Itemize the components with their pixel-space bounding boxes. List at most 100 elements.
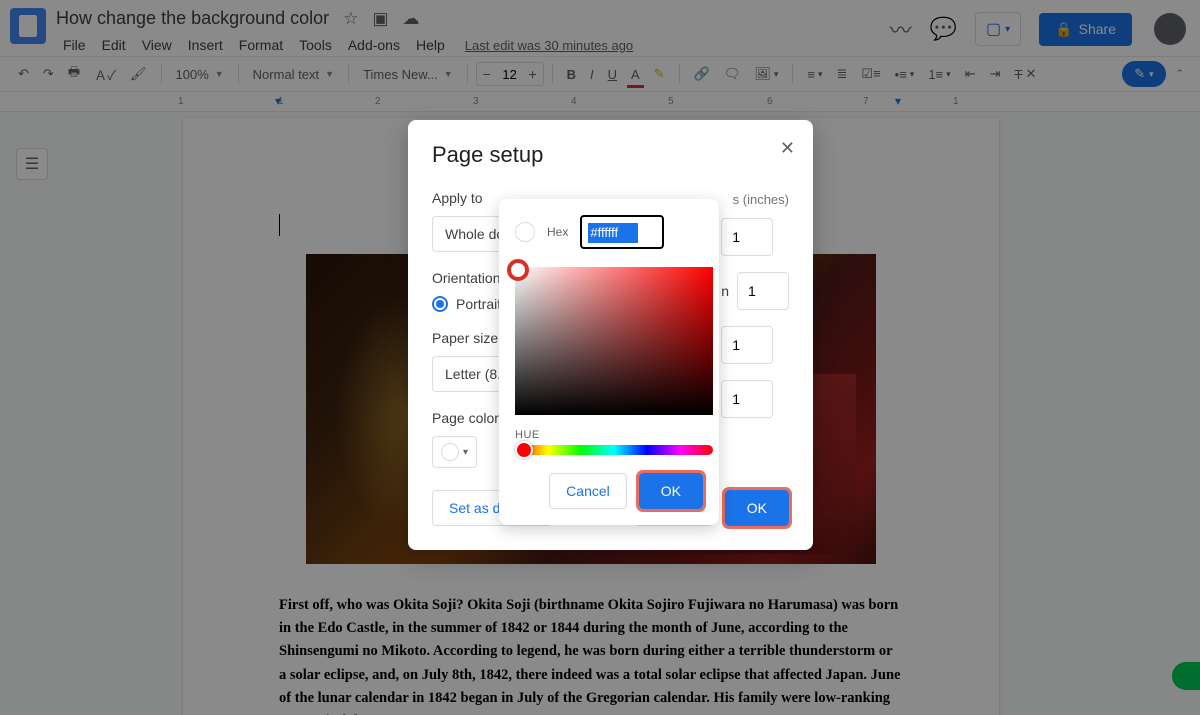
document-outline-button[interactable]: ☰	[16, 148, 48, 180]
docs-logo-icon[interactable]	[10, 8, 46, 44]
present-icon: ▢	[986, 19, 1001, 39]
margin-n-label: n	[721, 283, 729, 299]
share-button[interactable]: 🔒 Share	[1039, 13, 1132, 46]
title-block: How change the background color ☆ ▣ ☁ Fi…	[56, 8, 890, 57]
bold-button[interactable]: B	[561, 63, 582, 86]
present-button[interactable]: ▢▾	[975, 12, 1021, 46]
explore-button[interactable]	[1172, 662, 1200, 690]
align-dropdown[interactable]: ≡ ▾	[801, 63, 828, 86]
caret-down-icon: ▾	[1005, 24, 1010, 35]
font-value: Times New...	[363, 67, 438, 82]
paint-format-button[interactable]: 🖌	[124, 62, 153, 86]
clear-formatting-button[interactable]: T✕	[1009, 62, 1043, 86]
redo-button[interactable]: ↷	[37, 62, 60, 86]
caret-down-icon: ▾	[463, 447, 468, 458]
color-picker-popover: Hex HUE Cancel OK	[499, 199, 719, 525]
editing-mode-button[interactable]: ✎ ▾	[1122, 61, 1165, 87]
menu-addons[interactable]: Add-ons	[341, 33, 407, 57]
style-value: Normal text	[253, 67, 319, 82]
text-color-button[interactable]: A	[625, 63, 646, 86]
star-icon[interactable]: ☆	[343, 9, 358, 29]
ruler-tick: 1	[953, 96, 959, 107]
font-size-decrease[interactable]: −	[477, 63, 497, 85]
menu-insert[interactable]: Insert	[181, 33, 230, 57]
margin-bottom-input[interactable]	[737, 272, 789, 310]
hex-label: Hex	[547, 225, 568, 239]
share-label: Share	[1079, 21, 1116, 37]
font-family-dropdown[interactable]: Times New...▼	[357, 63, 459, 86]
hide-menus-button[interactable]: ˆ	[1172, 63, 1188, 86]
insert-link-button[interactable]: 🔗	[688, 62, 716, 86]
paragraph-style-dropdown[interactable]: Normal text▼	[247, 63, 340, 86]
radio-checked-icon	[432, 296, 448, 312]
ruler-tick: 4	[571, 96, 577, 107]
menu-view[interactable]: View	[135, 33, 179, 57]
menu-file[interactable]: File	[56, 33, 93, 57]
underline-button[interactable]: U	[602, 63, 623, 86]
color-picker-ok-button[interactable]: OK	[639, 473, 703, 509]
print-button[interactable]: 🖶	[62, 59, 86, 89]
document-title[interactable]: How change the background color	[56, 8, 329, 29]
ruler-tick: 6	[767, 96, 773, 107]
insert-image-button[interactable]: 🖼 ▾	[748, 62, 784, 86]
saturation-value-area[interactable]	[515, 267, 713, 415]
text-cursor	[279, 214, 280, 236]
activity-icon[interactable]: 〰	[890, 13, 912, 45]
ruler-tick: 7	[863, 96, 869, 107]
menu-bar: File Edit View Insert Format Tools Add-o…	[56, 33, 890, 57]
italic-button[interactable]: I	[584, 63, 600, 86]
menu-edit[interactable]: Edit	[95, 33, 133, 57]
ruler-tick: 5	[668, 96, 674, 107]
close-button[interactable]: ✕	[780, 138, 795, 159]
hue-handle[interactable]	[515, 441, 533, 459]
header-bar: How change the background color ☆ ▣ ☁ Fi…	[0, 0, 1200, 56]
portrait-label: Portrait	[456, 296, 501, 312]
ruler-right-indent-icon[interactable]: ▾	[895, 94, 901, 108]
menu-tools[interactable]: Tools	[292, 33, 339, 57]
font-size-increase[interactable]: +	[523, 63, 543, 85]
font-size-input[interactable]	[497, 63, 523, 85]
page-color-dropdown[interactable]: ▾	[432, 436, 477, 468]
sv-handle[interactable]	[507, 259, 529, 281]
numbered-list-button[interactable]: 1≡ ▾	[922, 63, 956, 86]
bulleted-list-button[interactable]: •≡ ▾	[889, 63, 921, 86]
color-picker-cancel-button[interactable]: Cancel	[549, 473, 627, 509]
toolbar: ↶ ↷ 🖶 Ａ✓ 🖌 100%▼ Normal text▼ Times New.…	[0, 56, 1200, 92]
move-folder-icon[interactable]: ▣	[372, 9, 388, 29]
zoom-value: 100%	[176, 67, 209, 82]
font-size-control: − +	[476, 62, 544, 86]
last-edit-link[interactable]: Last edit was 30 minutes ago	[458, 34, 640, 57]
highlight-color-button[interactable]: ✎	[648, 62, 671, 86]
menu-help[interactable]: Help	[409, 33, 452, 57]
ruler-left-indent-icon[interactable]: ▾	[275, 94, 281, 108]
cloud-status-icon[interactable]: ☁	[403, 9, 420, 29]
account-avatar[interactable]	[1154, 13, 1186, 45]
page-setup-ok-button[interactable]: OK	[725, 490, 789, 526]
hue-slider[interactable]	[515, 445, 713, 455]
spellcheck-button[interactable]: Ａ✓	[88, 61, 122, 88]
checklist-button[interactable]: ☑≡	[855, 62, 886, 86]
ruler-tick: 2	[375, 96, 381, 107]
line-spacing-button[interactable]: ≣	[831, 62, 854, 86]
ruler-tick: 1	[178, 96, 184, 107]
margin-inputs-group: n	[721, 218, 789, 418]
menu-format[interactable]: Format	[232, 33, 290, 57]
ruler[interactable]: 112345671 ▾ ▾	[0, 92, 1200, 112]
margin-left-input[interactable]	[721, 326, 773, 364]
lock-icon: 🔒	[1055, 21, 1072, 38]
add-comment-button[interactable]: 🗨	[718, 62, 747, 86]
body-paragraph[interactable]: First off, who was Okita Soji? Okita Soj…	[279, 594, 903, 715]
color-preview-swatch	[515, 222, 535, 242]
undo-button[interactable]: ↶	[12, 62, 35, 86]
increase-indent-button[interactable]: ⇥	[984, 62, 1007, 86]
hue-label: HUE	[515, 429, 703, 441]
margin-right-input[interactable]	[721, 380, 773, 418]
decrease-indent-button[interactable]: ⇤	[959, 62, 982, 86]
margin-top-input[interactable]	[721, 218, 773, 256]
ruler-tick: 3	[473, 96, 479, 107]
hex-input[interactable]	[580, 215, 664, 249]
dialog-title: Page setup	[432, 142, 789, 168]
zoom-dropdown[interactable]: 100%▼	[170, 63, 230, 86]
margins-unit-label: s (inches)	[733, 192, 789, 207]
comments-icon[interactable]: 💬	[930, 16, 957, 42]
